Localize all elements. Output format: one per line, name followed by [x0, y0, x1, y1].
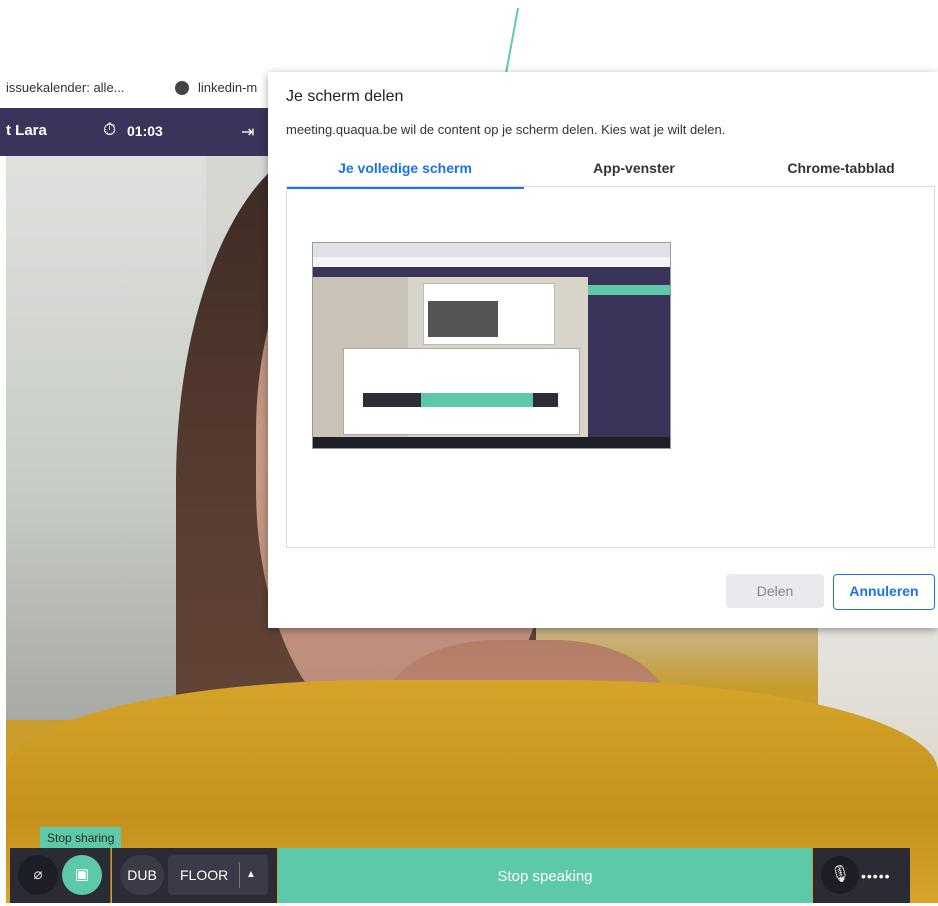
bookmark-favicon-icon — [175, 81, 189, 95]
camera-off-button[interactable]: ⌀ — [18, 855, 58, 895]
stopwatch-icon: ⏱ — [103, 120, 117, 139]
dialog-title: Je scherm delen — [286, 88, 404, 105]
thumb-popup-speak — [421, 393, 533, 407]
thumb-browser-tabs — [313, 243, 670, 257]
screen-share-icon: ▣ — [74, 866, 90, 883]
bookmark-item[interactable]: issuekalender: alle... — [6, 80, 125, 95]
bookmark-item[interactable]: linkedin-m — [198, 80, 257, 95]
thumb-address-bar — [313, 257, 670, 267]
meeting-timer: 01:03 — [127, 123, 163, 139]
thumb-mini-preview — [428, 301, 498, 337]
screen-thumbnail[interactable] — [312, 242, 671, 449]
floor-selector[interactable]: FLOOR ▲ — [168, 855, 268, 895]
cancel-button[interactable]: Annuleren — [833, 574, 935, 610]
thumb-taskbar — [313, 437, 670, 448]
language-controls: DUB FLOOR ▲ — [112, 848, 277, 903]
mic-level-indicator: ••••• — [861, 868, 891, 884]
media-controls: ⌀ ▣ — [10, 848, 111, 903]
stop-share-button[interactable]: ▣ — [62, 855, 102, 895]
share-tabs: Je volledige scherm App-venster Chrome-t… — [286, 152, 938, 189]
thumb-sidebar-highlight — [588, 285, 670, 295]
dub-button[interactable]: DUB — [120, 855, 164, 895]
meeting-top-bar: t Lara ⏱ 01:03 ⇥ — [0, 108, 270, 156]
floor-label: FLOOR — [180, 867, 229, 883]
tab-chrome-tab[interactable]: Chrome-tabblad — [744, 152, 938, 186]
stop-speaking-button[interactable]: Stop speaking — [278, 848, 812, 903]
microphone-icon[interactable]: 🎙 — [821, 856, 859, 894]
stop-sharing-tooltip: Stop sharing — [40, 827, 122, 849]
dialog-subtitle: meeting.quaqua.be wil de content op je s… — [286, 122, 726, 137]
exit-icon[interactable]: ⇥ — [241, 122, 254, 142]
tab-entire-screen[interactable]: Je volledige scherm — [286, 152, 524, 189]
chevron-up-icon[interactable]: ▲ — [239, 862, 262, 888]
share-screen-dialog: Je scherm delen meeting.quaqua.be wil de… — [268, 72, 938, 628]
camera-off-icon: ⌀ — [33, 866, 43, 883]
tab-app-window[interactable]: App-venster — [524, 152, 744, 186]
participant-name: t Lara — [6, 122, 47, 139]
thumb-popup-window — [343, 348, 580, 435]
bookmarks-bar: issuekalender: alle... linkedin-m — [0, 72, 270, 108]
share-button[interactable]: Delen — [726, 574, 824, 608]
mic-controls: 🎙 ••••• — [813, 848, 910, 903]
screen-preview-area — [286, 186, 935, 548]
